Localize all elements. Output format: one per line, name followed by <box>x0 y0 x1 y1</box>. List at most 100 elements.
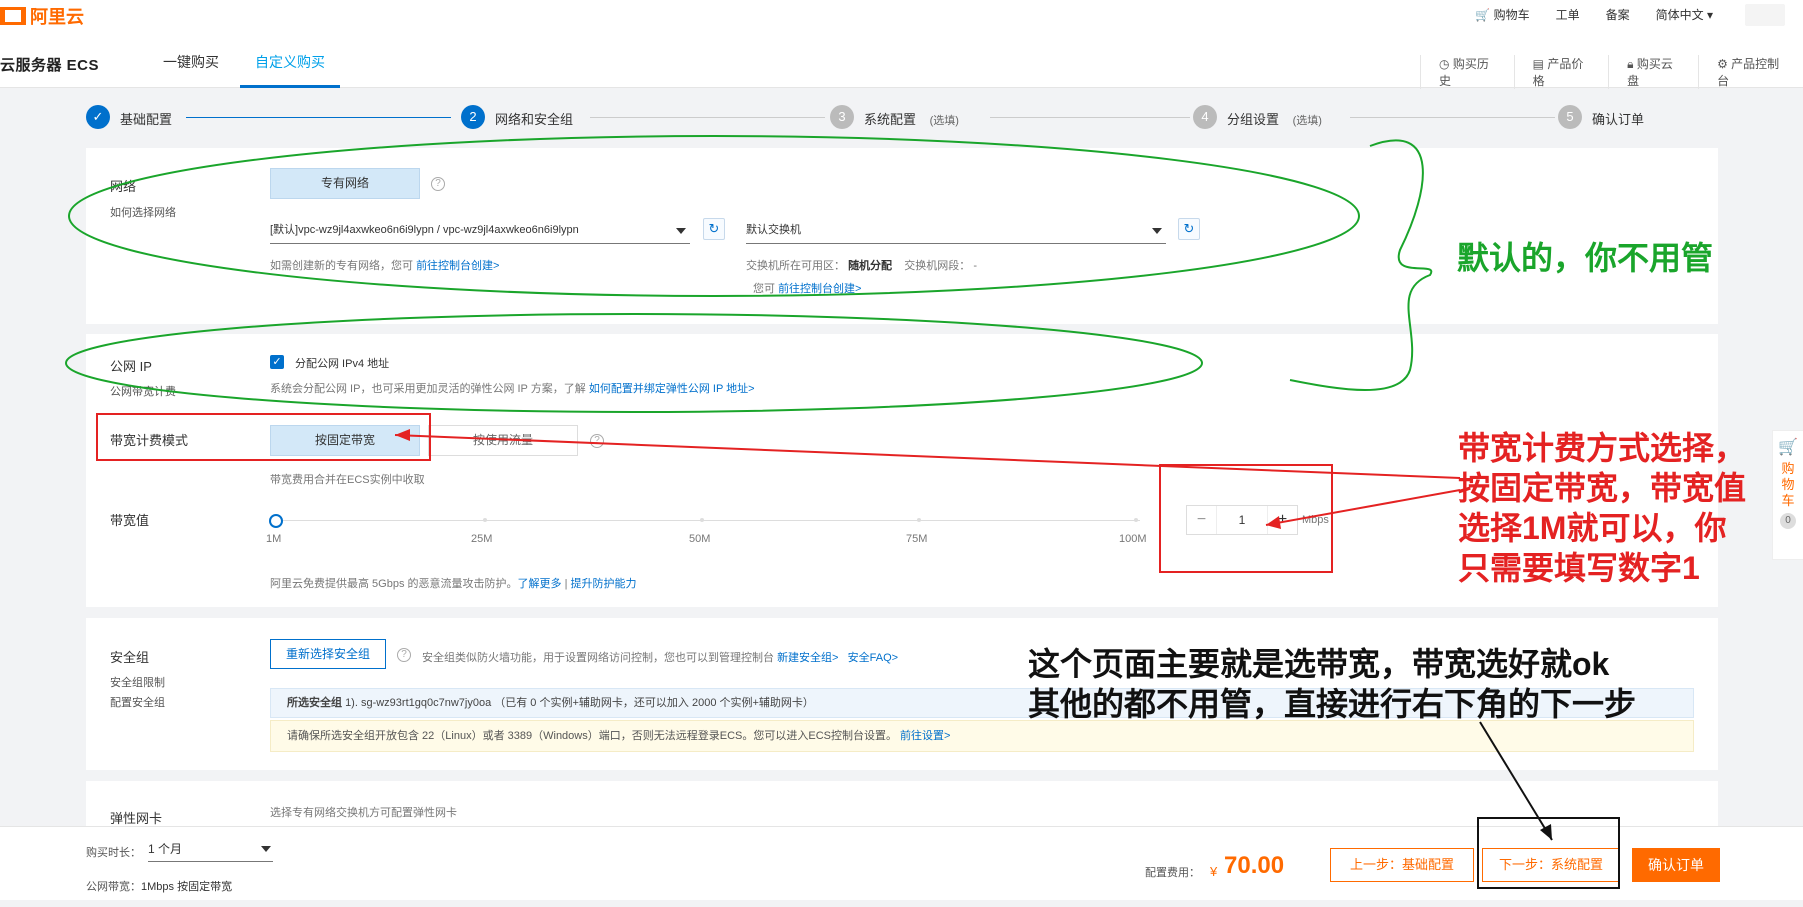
step-5-label: 确认订单 <box>1592 112 1645 127</box>
bandwidth-slider-handle[interactable] <box>269 514 283 528</box>
step-5-circle: 5 <box>1558 105 1582 129</box>
next-step-button[interactable]: 下一步：系统配置 <box>1482 848 1620 882</box>
avatar[interactable] <box>1745 4 1785 26</box>
network-help-link[interactable]: 如何选择网络 <box>110 204 176 220</box>
step-1-label: 基础配置 <box>120 112 173 127</box>
step-line-3 <box>990 117 1190 118</box>
bandwidth-input[interactable]: 1 <box>1217 506 1267 534</box>
ddos-hint: 阿里云免费提供最高 5Gbps 的恶意流量攻击防护。了解更多 | 提升防护能力 <box>270 578 637 590</box>
eip-link[interactable]: 如何配置并绑定弹性公网 IP 地址> <box>589 383 755 395</box>
product-price-link[interactable]: ▤ 产品价格 <box>1513 55 1608 89</box>
security-group-config-link[interactable]: 配置安全组 <box>110 694 165 710</box>
step-3-circle: 3 <box>830 105 854 129</box>
slider-tick: 50M <box>689 533 711 545</box>
vpc-hint: 如需创建新的专有网络，您可 前往控制台创建> <box>270 260 500 272</box>
cart-icon: 🛒 <box>1778 439 1798 456</box>
side-cart[interactable]: 🛒 购物车 0 <box>1772 430 1803 560</box>
purchase-history-link[interactable]: ◷ 购买历史 <box>1420 55 1514 89</box>
slider-dot <box>483 518 487 522</box>
history-icon: ◷ <box>1439 57 1450 71</box>
billing-hint: 带宽费用合并在ECS实例中收取 <box>270 474 425 486</box>
ipv4-checkbox-label: 分配公网 IPv4 地址 <box>295 358 390 370</box>
bandwidth-stepper: − 1 + <box>1186 505 1298 535</box>
public-ip-billing-link[interactable]: 公网带宽计费 <box>110 383 176 399</box>
cart-link[interactable]: 🛒 购物车 <box>1475 6 1529 23</box>
confirm-order-button[interactable]: 确认订单 <box>1632 848 1720 882</box>
list-icon: ▤ <box>1532 57 1545 71</box>
vpc-create-link[interactable]: 前往控制台创建> <box>416 260 499 272</box>
fixed-bandwidth-option[interactable]: 按固定带宽 <box>270 425 420 456</box>
step-2-label: 网络和安全组 <box>495 112 574 127</box>
right-toolbar: ◷ 购买历史 ▤ 产品价格 🔒︎ 购买云盘 ⚙ 产品控制台 <box>1420 55 1803 89</box>
ipv4-checkbox[interactable]: ✓ <box>270 355 284 369</box>
active-tab-indicator <box>240 85 340 88</box>
upgrade-protection-link[interactable]: 提升防护能力 <box>571 578 637 590</box>
aliyun-logo-icon <box>0 7 26 25</box>
bandwidth-summary: 公网带宽：1Mbps 按固定带宽 <box>86 881 233 893</box>
tab-custom-buy[interactable]: 自定义购买 <box>255 52 325 72</box>
vpc-select[interactable]: [默认]vpc-wz9jl4axwkeo6n6i9lypn / vpc-wz9j… <box>270 220 690 244</box>
question-icon[interactable]: ? <box>397 648 411 662</box>
slider-tick: 1M <box>266 533 282 545</box>
plus-button[interactable]: + <box>1267 506 1297 534</box>
chevron-down-icon: ▾ <box>1706 8 1713 22</box>
annotation-summary: 这个页面主要就是选带宽，带宽选好就ok 其他的都不用管，直接进行右下角的下一步 <box>1028 646 1637 722</box>
fee-label: 配置费用： <box>1145 867 1200 879</box>
learn-more-link[interactable]: 了解更多 <box>518 578 562 590</box>
security-faq-link[interactable]: 安全FAQ> <box>848 652 898 664</box>
vpc-button[interactable]: 专有网络 <box>270 168 420 199</box>
ticket-link[interactable]: 工单 <box>1556 6 1580 23</box>
bandwidth-label: 带宽值 <box>110 513 150 528</box>
minus-button[interactable]: − <box>1187 506 1217 534</box>
switch-select[interactable]: 默认交换机 <box>746 220 1166 244</box>
slider-dot <box>917 518 921 522</box>
price: 70.00 <box>1224 852 1285 879</box>
annotation-bandwidth: 带宽计费方式选择， 按固定带宽，带宽值 选择1M就可以，你 只需要填写数字1 <box>1458 430 1747 586</box>
language-select[interactable]: 简体中文 ▾ <box>1656 6 1713 23</box>
bandwidth-unit: Mbps <box>1302 514 1329 526</box>
step-3-label: 系统配置 (选填) <box>864 112 959 127</box>
chevron-down-icon <box>1152 228 1162 234</box>
console-link[interactable]: ⚙ 产品控制台 <box>1698 55 1803 89</box>
prev-step-button[interactable]: 上一步：基础配置 <box>1330 848 1474 882</box>
duration-select[interactable]: 1 个月 <box>148 838 273 862</box>
currency-symbol: ¥ <box>1210 864 1218 879</box>
question-icon[interactable]: ? <box>431 177 445 191</box>
step-line-2 <box>590 117 825 118</box>
reselect-security-group-button[interactable]: 重新选择安全组 <box>270 639 386 669</box>
network-label: 网络 <box>110 179 137 194</box>
new-security-group-link[interactable]: 新建安全组> <box>777 652 838 664</box>
slider-dot <box>1134 518 1138 522</box>
aliyun-logo[interactable]: 阿里云 <box>0 3 84 29</box>
step-2-circle: 2 <box>461 105 485 129</box>
switch-hint: 您可 前往控制台创建> <box>753 283 862 295</box>
duration-label: 购买时长： <box>86 847 141 859</box>
security-group-label: 安全组 <box>110 650 150 665</box>
public-ip-label: 公网 IP <box>110 359 152 374</box>
buy-disk-link[interactable]: 🔒︎ 购买云盘 <box>1608 55 1698 89</box>
slider-dot <box>700 518 704 522</box>
refresh-switch-icon[interactable]: ↻ <box>1178 218 1200 240</box>
eni-label: 弹性网卡 <box>110 811 163 826</box>
security-group-hint: 安全组类似防火墙功能，用于设置网络访问控制，您也可以到管理控制台 新建安全组> … <box>422 652 899 664</box>
annotation-default: 默认的，你不用管 <box>1457 240 1714 276</box>
billing-mode-label: 带宽计费模式 <box>110 433 189 448</box>
question-icon[interactable]: ? <box>590 434 604 448</box>
step-line-4 <box>1350 117 1555 118</box>
slider-tick: 100M <box>1119 533 1147 545</box>
cart-icon: 🛒 <box>1475 8 1491 22</box>
side-cart-label: 购物车 <box>1781 461 1795 508</box>
logo-text: 阿里云 <box>30 7 84 27</box>
go-settings-link[interactable]: 前往设置> <box>900 730 950 742</box>
public-ip-hint: 系统会分配公网 IP，也可采用更加灵活的弹性公网 IP 方案，了解 如何配置并绑… <box>270 383 755 395</box>
security-group-limit-link[interactable]: 安全组限制 <box>110 674 165 690</box>
tab-one-click-buy[interactable]: 一键购买 <box>163 52 219 72</box>
refresh-vpc-icon[interactable]: ↻ <box>703 218 725 240</box>
step-line-1 <box>186 117 451 118</box>
beian-link[interactable]: 备案 <box>1606 6 1630 23</box>
chevron-down-icon <box>676 228 686 234</box>
bandwidth-slider-track[interactable] <box>276 520 1140 521</box>
switch-create-link[interactable]: 前往控制台创建> <box>778 283 861 295</box>
gear-icon: ⚙ <box>1717 57 1728 71</box>
traffic-billing-option[interactable]: 按使用流量 <box>428 425 578 456</box>
